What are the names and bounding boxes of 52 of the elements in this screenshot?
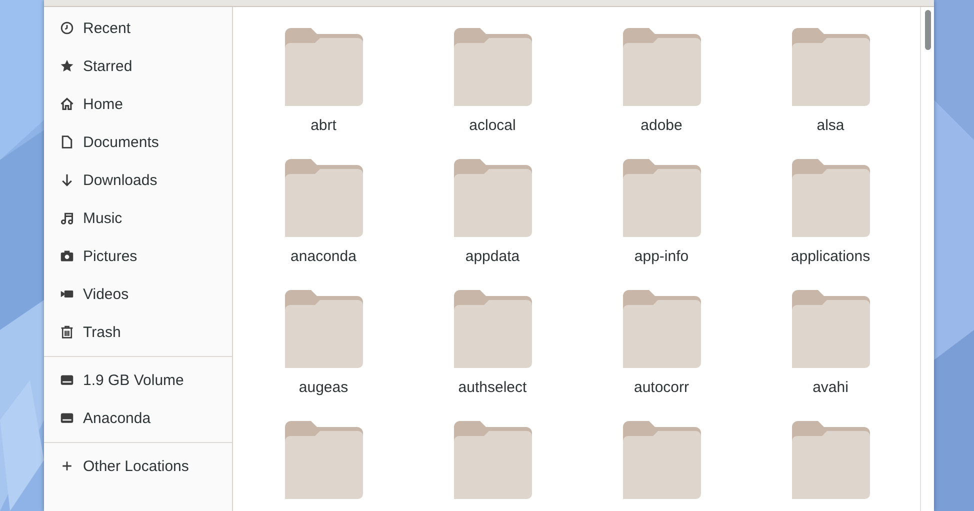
folder-icon[interactable] xyxy=(622,290,700,368)
downloads-icon xyxy=(60,173,74,187)
trash-icon xyxy=(60,325,74,339)
sidebar-item[interactable]: Recent xyxy=(44,9,232,47)
folder-icon[interactable] xyxy=(622,159,700,237)
sidebar-item[interactable]: Home xyxy=(44,85,232,123)
folder-icon[interactable] xyxy=(622,421,700,499)
sidebar-item[interactable]: Documents xyxy=(44,123,232,161)
folder-name[interactable]: alsa xyxy=(816,117,844,134)
folder-name[interactable]: abrt xyxy=(310,117,336,134)
drive-icon xyxy=(60,411,74,425)
folder-icon[interactable] xyxy=(284,421,362,499)
documents-icon xyxy=(60,135,74,149)
pictures-icon xyxy=(60,249,74,263)
folder-icon[interactable] xyxy=(792,28,870,106)
sidebar-item[interactable]: Pictures xyxy=(44,237,232,275)
scrollbar-thumb[interactable] xyxy=(925,10,931,50)
folder-name[interactable]: anaconda xyxy=(290,248,356,265)
sidebar-item[interactable]: Anaconda xyxy=(44,399,232,437)
sidebar-item[interactable]: Trash xyxy=(44,313,232,351)
folder-icon[interactable] xyxy=(454,290,532,368)
folder-icon[interactable] xyxy=(792,290,870,368)
sidebar-item[interactable]: Videos xyxy=(44,275,232,313)
recent-icon xyxy=(60,21,74,35)
folder-icon[interactable] xyxy=(792,421,870,499)
other-icon xyxy=(60,459,74,473)
sidebar-item[interactable]: Music xyxy=(44,199,232,237)
folder-icon[interactable] xyxy=(454,421,532,499)
folder-name[interactable]: appdata xyxy=(465,248,520,265)
sidebar-item[interactable]: Other Locations xyxy=(44,447,232,485)
folder-name[interactable]: augeas xyxy=(298,379,348,396)
starred-icon xyxy=(60,59,74,73)
folder-icon[interactable] xyxy=(284,159,362,237)
sidebar-item[interactable]: Starred xyxy=(44,47,232,85)
home-icon xyxy=(60,97,74,111)
music-icon xyxy=(60,211,74,225)
folder-name[interactable]: adobe xyxy=(640,117,682,134)
folder-icon[interactable] xyxy=(454,159,532,237)
folder-name[interactable]: avahi xyxy=(812,379,848,396)
folder-name[interactable]: app-info xyxy=(634,248,689,265)
drive-icon xyxy=(60,373,74,387)
folder-name[interactable]: autocorr xyxy=(634,379,690,396)
folder-icon[interactable] xyxy=(284,290,362,368)
folder-icon[interactable] xyxy=(454,28,532,106)
folder-icon[interactable] xyxy=(792,159,870,237)
folder-name[interactable]: authselect xyxy=(458,379,527,396)
sidebar-item[interactable]: Downloads xyxy=(44,161,232,199)
folder-name[interactable]: aclocal xyxy=(469,117,516,134)
folder-name[interactable]: applications xyxy=(790,248,870,265)
folder-icon[interactable] xyxy=(622,28,700,106)
sidebar-item[interactable]: 1.9 GB Volume xyxy=(44,361,232,399)
folder-icon[interactable] xyxy=(284,28,362,106)
